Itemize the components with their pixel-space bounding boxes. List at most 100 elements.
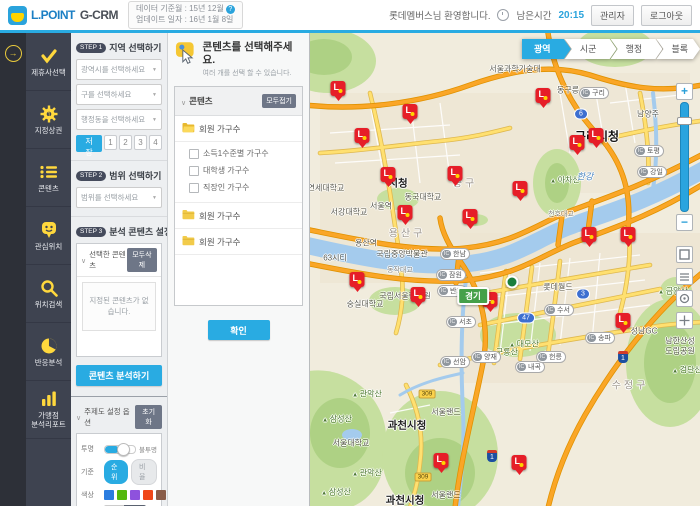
slider-knob[interactable]: [117, 442, 131, 456]
tree-group-row[interactable]: 회원 가구수: [175, 116, 302, 143]
crosshair-icon[interactable]: [676, 312, 693, 329]
zoom-slider[interactable]: [677, 102, 692, 212]
content-tree: 콘텐츠 모두접기 회원 가구수소득1수준별 가구수대학생 가구수직장인 가구수회…: [174, 86, 303, 307]
green-map-marker[interactable]: [505, 275, 519, 289]
content-panel-title: 콘텐츠를 선택해주세요.: [202, 41, 293, 66]
color-label: 색상: [81, 492, 94, 499]
step1-title: 지역 선택하기: [109, 43, 162, 53]
collapse-all-button[interactable]: 모두접기: [262, 94, 296, 109]
content-select-panel: 콘텐츠를 선택해주세요. 여러 개를 선택 할 수 있습니다. 콘텐츠 모두접기…: [168, 33, 310, 506]
checkbox-icon[interactable]: [189, 165, 199, 176]
collapse-arrow-icon[interactable]: →: [4, 45, 22, 62]
lpoint-map-marker[interactable]: L: [569, 135, 585, 150]
save-button[interactable]: 저장: [76, 135, 102, 157]
region-badge[interactable]: 경기: [457, 287, 489, 305]
sidebar-item-label: 위치검색: [34, 299, 63, 309]
remaining-time-value: 20:15: [558, 9, 585, 21]
color-swatch[interactable]: [117, 490, 127, 500]
ruler-icon[interactable]: [676, 268, 693, 285]
zoom-slider-handle[interactable]: [677, 117, 692, 125]
lpoint-map-marker[interactable]: L: [330, 81, 346, 96]
tree-header-title: 콘텐츠: [189, 96, 213, 107]
checkbox-icon[interactable]: [189, 148, 199, 159]
sidebar-item-gear[interactable]: 1 지정상권: [26, 91, 71, 149]
sidebar-item-label: 지정상권: [34, 125, 63, 135]
save-slot-button[interactable]: 1: [104, 135, 117, 150]
delete-all-button[interactable]: 모두삭제: [126, 248, 157, 272]
basis-rank-pill[interactable]: 순위: [104, 460, 128, 484]
analyze-content-button[interactable]: 콘텐츠 분석하기: [76, 365, 162, 386]
opacity-slider[interactable]: [104, 442, 137, 456]
zoom-out-button[interactable]: −: [676, 214, 693, 231]
selected-content-title: 선택한 콘텐츠: [89, 250, 126, 270]
content-panel-subtitle: 여러 개를 선택 할 수 있습니다.: [202, 70, 292, 78]
map-tab-시군구[interactable]: 시군구: [565, 39, 617, 59]
sidebar-item-smile-pin[interactable]: 관심위치: [26, 207, 71, 265]
lpoint-map-marker[interactable]: L: [410, 287, 426, 302]
lpoint-map-marker[interactable]: L: [511, 455, 527, 470]
fullscreen-icon[interactable]: [676, 246, 693, 263]
checkbox-icon[interactable]: [189, 182, 199, 193]
sidebar-item-check[interactable]: 제휴사선택: [26, 33, 71, 91]
save-slot-button[interactable]: 3: [134, 135, 147, 150]
reset-view-icon[interactable]: [676, 290, 693, 307]
top-header: L.POINT G-CRM 데이터 기준월 : 15년 12월? 업데이트 일자…: [0, 0, 700, 30]
dropdown-select[interactable]: 행정동을 선택하세요: [76, 109, 162, 130]
color-swatch[interactable]: [156, 490, 166, 500]
tree-child-row[interactable]: 직장인 가구수: [189, 179, 302, 196]
reset-button[interactable]: 초기화: [135, 405, 162, 429]
lpoint-map-marker[interactable]: L: [433, 453, 449, 468]
tree-group-row[interactable]: 회원 가구수: [175, 203, 302, 230]
dropdown-select[interactable]: 광역시를 선택하세요: [76, 59, 162, 80]
save-slot-button[interactable]: 2: [119, 135, 132, 150]
lpoint-map-marker[interactable]: L: [462, 209, 478, 224]
map-zoom-control: + −: [676, 83, 693, 231]
dropdown-select[interactable]: 구를 선택하세요: [76, 84, 162, 105]
basis-ratio-pill[interactable]: 비율: [131, 459, 157, 485]
list-icon: [39, 163, 58, 181]
map-tab-행정동[interactable]: 행정동: [611, 39, 663, 59]
lpoint-map-marker[interactable]: L: [397, 205, 413, 220]
step-panel: STEP 1 지역 선택하기 광역시를 선택하세요구를 선택하세요행정동을 선택…: [71, 33, 168, 506]
lpoint-map-marker[interactable]: L: [535, 88, 551, 103]
lpoint-map-marker[interactable]: L: [354, 128, 370, 143]
lpoint-map-marker[interactable]: L: [512, 181, 528, 196]
remaining-time-label: 남은시간: [516, 11, 552, 22]
map-view[interactable]: 시청구리시청과천시청과천시청용산구수정구중구아차산관악산관악산삼성산삼성산대모산…: [310, 33, 700, 506]
color-swatch[interactable]: [104, 490, 114, 500]
lpoint-map-marker[interactable]: L: [447, 166, 463, 181]
step2-badge: STEP 2: [76, 170, 107, 181]
zoom-in-button[interactable]: +: [676, 83, 693, 100]
caret-down-icon: [181, 92, 189, 110]
help-icon[interactable]: ?: [225, 4, 235, 14]
check-icon: [40, 47, 58, 65]
sidebar-item-pie[interactable]: 반응분석: [26, 323, 71, 381]
tree-child-row[interactable]: 소득1수준별 가구수: [189, 145, 302, 162]
map-tab-블록[interactable]: 블록: [656, 39, 700, 59]
lpoint-map-marker[interactable]: L: [581, 227, 597, 242]
app-window: L.POINT G-CRM 데이터 기준월 : 15년 12월? 업데이트 일자…: [0, 0, 700, 506]
lpoint-map-marker[interactable]: L: [349, 272, 365, 287]
logout-button[interactable]: 로그아웃: [640, 4, 692, 26]
sidebar-item-bar-chart[interactable]: 가맹점 분석리포트: [26, 381, 71, 439]
lpoint-map-marker[interactable]: L: [588, 128, 604, 143]
tree-child-row[interactable]: 대학생 가구수: [189, 162, 302, 179]
dropdown-select[interactable]: 범위를 선택하세요: [76, 187, 162, 208]
color-swatch[interactable]: [130, 490, 140, 500]
lpoint-map-marker[interactable]: L: [380, 167, 396, 182]
lpoint-map-marker[interactable]: L: [620, 227, 636, 242]
theme-options-box: 투명 불투명 기준 순위 비율 색상 테두리 ON OFF: [76, 433, 166, 506]
confirm-button[interactable]: 확인: [207, 320, 270, 341]
admin-button[interactable]: 관리자: [591, 4, 634, 26]
save-slot-button[interactable]: 4: [149, 135, 162, 150]
lpoint-map-marker[interactable]: L: [615, 313, 631, 328]
sidebar-item-search[interactable]: 위치검색: [26, 265, 71, 323]
sidebar-item-list[interactable]: 콘텐츠: [26, 149, 71, 207]
map-level-tabs: 광역시시군구행정동블록: [522, 39, 700, 59]
color-swatch[interactable]: [143, 490, 153, 500]
lpoint-map-marker[interactable]: L: [402, 104, 418, 119]
map-markers-layer: LLLLLLLLLLLLLLLLLLL경기: [310, 33, 700, 506]
tree-group-row[interactable]: 회원 가구수: [175, 229, 302, 256]
theme-options-title: 주제도 설정 옵션: [84, 407, 130, 427]
map-tab-광역시[interactable]: 광역시: [522, 39, 571, 59]
